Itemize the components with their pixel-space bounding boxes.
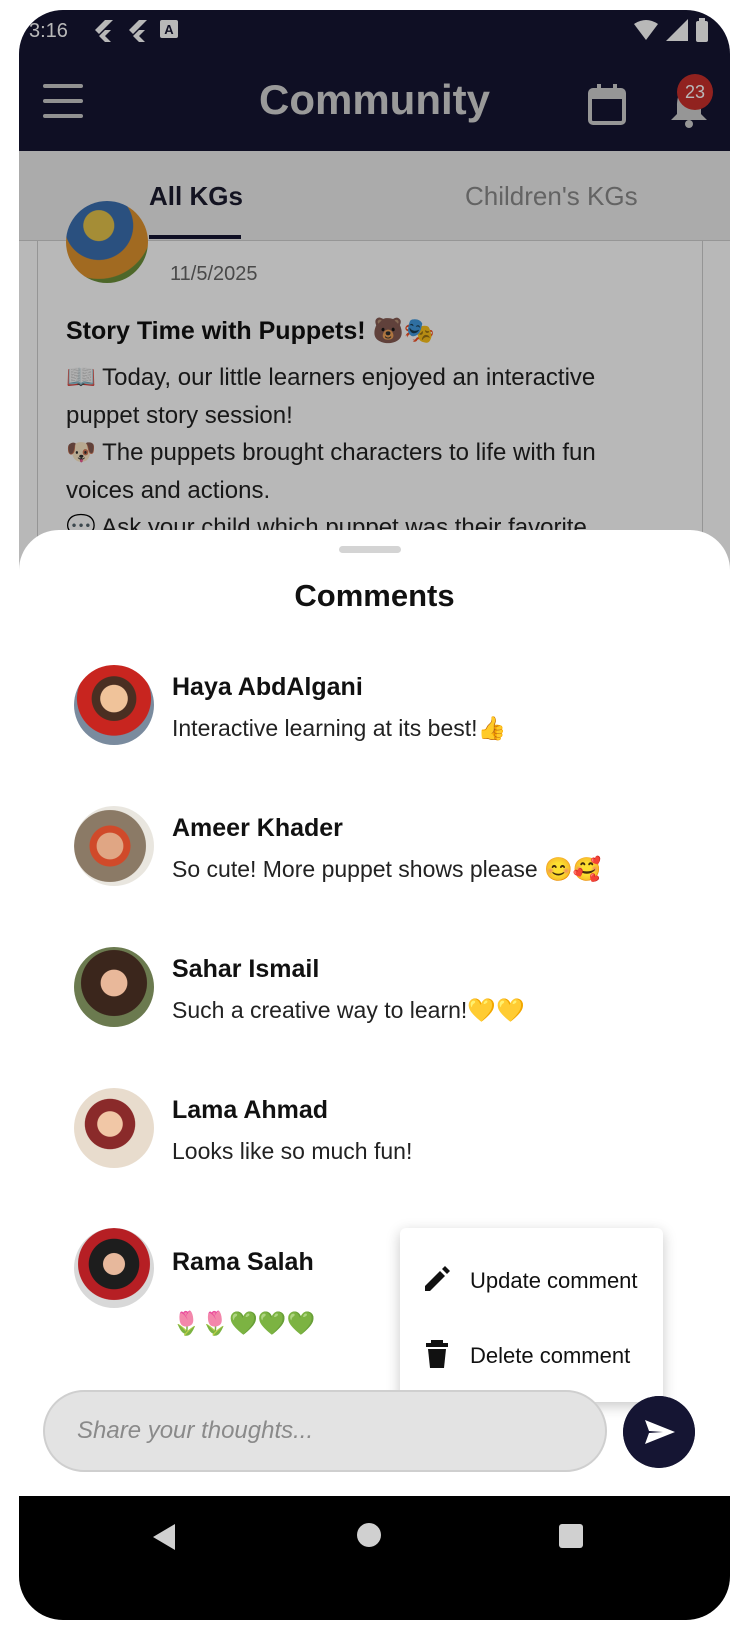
comment-author: Ameer Khader xyxy=(172,814,343,842)
send-button[interactable] xyxy=(623,1396,695,1468)
avatar xyxy=(74,665,154,745)
flutter-icon xyxy=(129,20,147,42)
phone-screen: 3:16 A Community 23 All KGs Children's K… xyxy=(19,10,730,1620)
comment-author: Haya AbdAlgani xyxy=(172,673,363,701)
comment-text: 🌷🌷💚💚💚 xyxy=(172,1310,316,1336)
comment-text: Interactive learning at its best!👍 xyxy=(172,715,507,741)
comment-text: Such a creative way to learn!💛💛 xyxy=(172,997,525,1023)
keyboard-a-icon: A xyxy=(160,20,178,38)
trash-icon xyxy=(426,1340,448,1368)
comment-text: Looks like so much fun! xyxy=(172,1138,413,1164)
comment-item[interactable]: Haya AbdAlgani Interactive learning at i… xyxy=(74,665,674,765)
pencil-icon xyxy=(425,1266,450,1291)
post-title: Story Time with Puppets! 🐻🎭 xyxy=(66,317,435,345)
avatar xyxy=(74,1088,154,1168)
post-body: 📖 Today, our little learners enjoyed an … xyxy=(66,359,666,547)
delete-comment-label: Delete comment xyxy=(470,1343,631,1368)
calendar-icon[interactable] xyxy=(587,82,627,126)
wifi-icon xyxy=(634,20,658,40)
comment-author: Rama Salah xyxy=(172,1248,314,1276)
post-date: 11/5/2025 xyxy=(170,263,258,285)
comment-item[interactable]: Ameer Khader So cute! More puppet shows … xyxy=(74,806,674,906)
comment-author: Lama Ahmad xyxy=(172,1096,329,1124)
comment-input-container xyxy=(43,1390,607,1472)
nav-back-icon[interactable] xyxy=(153,1524,175,1550)
feed: 11/5/2025 Story Time with Puppets! 🐻🎭 📖 … xyxy=(19,201,730,581)
comment-item[interactable]: Lama Ahmad Looks like so much fun! xyxy=(74,1088,674,1188)
avatar xyxy=(74,806,154,886)
notification-badge: 23 xyxy=(677,74,713,110)
status-bar: 3:16 A xyxy=(19,10,730,54)
update-comment-label: Update comment xyxy=(470,1268,638,1293)
nav-home-icon[interactable] xyxy=(357,1523,381,1547)
comment-context-menu: Update comment Delete comment xyxy=(400,1228,663,1402)
update-comment-item[interactable]: Update comment xyxy=(400,1244,663,1314)
comment-author: Sahar Ismail xyxy=(172,955,320,983)
tab-all-kgs[interactable]: All KGs xyxy=(149,181,243,212)
status-notification-icons: A xyxy=(91,18,179,42)
tab-indicator xyxy=(149,235,241,239)
system-nav-bar xyxy=(19,1496,730,1620)
post-body-line: 📖 Today, our little learners enjoyed an … xyxy=(66,364,596,429)
tab-childrens-kgs[interactable]: Children's KGs xyxy=(465,181,638,212)
comment-input[interactable] xyxy=(45,1392,605,1470)
post-image-avatar xyxy=(66,201,148,283)
app-bar: Community 23 xyxy=(19,54,730,151)
flutter-icon xyxy=(95,20,113,42)
post-body-line: 🐶 The puppets brought characters to life… xyxy=(66,439,596,504)
avatar xyxy=(74,1228,154,1308)
nav-recents-icon[interactable] xyxy=(559,1524,583,1548)
battery-icon xyxy=(696,18,708,42)
delete-comment-item[interactable]: Delete comment xyxy=(400,1319,663,1389)
comment-item[interactable]: Sahar Ismail Such a creative way to lear… xyxy=(74,947,674,1047)
signal-icon xyxy=(666,19,688,41)
comment-text: So cute! More puppet shows please 😊🥰 xyxy=(172,856,602,882)
svg-text:A: A xyxy=(164,22,174,37)
comments-title: Comments xyxy=(294,578,455,613)
status-time: 3:16 xyxy=(29,20,68,42)
avatar xyxy=(74,947,154,1027)
drag-handle[interactable] xyxy=(339,546,401,553)
status-system-icons xyxy=(634,18,708,42)
